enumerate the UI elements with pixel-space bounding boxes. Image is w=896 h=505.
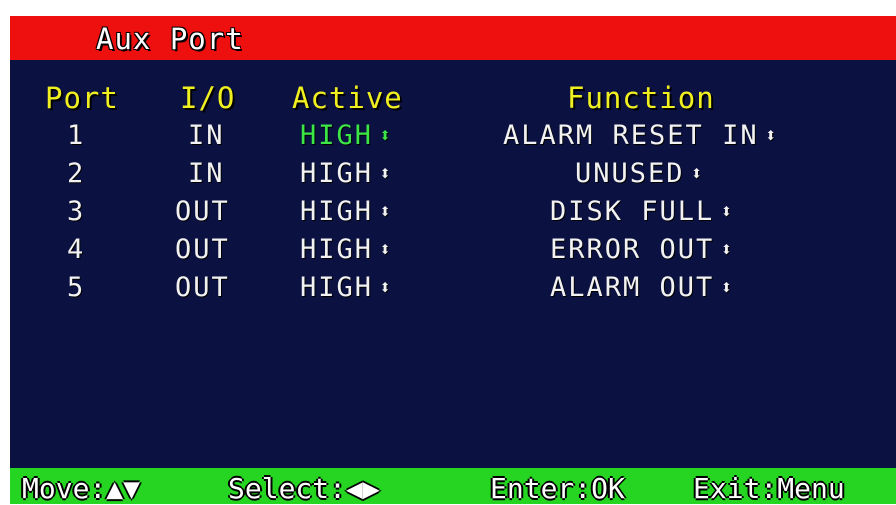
up-down-arrows-icon: ⬍ [379,275,394,299]
top-margin [0,0,896,16]
move-hint: Move:▲▼ [22,472,140,505]
up-down-arrows-icon: ⬍ [720,199,735,223]
row-3-active-field[interactable]: HIGH ⬍ [300,196,393,227]
row-5-active-field[interactable]: HIGH ⬍ [300,272,393,303]
row-4-function-field[interactable]: ERROR OUT ⬍ [550,234,734,265]
row-5-io: OUT [175,272,230,303]
select-hint-label: Select: [228,472,347,505]
row-1-port: 1 [67,120,86,151]
row-3-port: 3 [67,196,86,227]
page-title: Aux Port [96,22,244,56]
row-4-active-field[interactable]: HIGH ⬍ [300,234,393,265]
up-down-arrows-icon: ⬍ [720,275,735,299]
row-2-active-value: HIGH [300,158,374,189]
up-down-arrows-icon: ⬍ [720,237,735,261]
row-2-function-value: UNUSED [575,158,685,189]
row-2-active-field[interactable]: HIGH ⬍ [300,158,393,189]
row-5-active-value: HIGH [300,272,374,303]
up-down-arrows-icon: ⬍ [379,161,394,185]
row-4-function-value: ERROR OUT [550,234,715,265]
row-1-function-value: ALARM RESET IN [503,120,759,151]
row-1-function-field[interactable]: ALARM RESET IN ⬍ [503,120,779,151]
up-down-arrows-icon: ⬍ [379,237,394,261]
row-5-function-value: ALARM OUT [550,272,715,303]
up-down-arrows-icon: ⬍ [379,123,394,147]
row-3-function-value: DISK FULL [550,196,715,227]
row-3-function-field[interactable]: DISK FULL ⬍ [550,196,734,227]
select-hint: Select:◀▶ [228,472,380,505]
row-5-function-field[interactable]: ALARM OUT ⬍ [550,272,734,303]
row-4-active-value: HIGH [300,234,374,265]
up-down-arrows-icon: ⬍ [764,123,779,147]
row-1-active-field[interactable]: HIGH ⬍ [300,120,393,151]
enter-hint: Enter:OK [490,472,625,505]
row-3-active-value: HIGH [300,196,374,227]
up-down-arrows-icon: ⬍ [379,199,394,223]
header-port: Port [45,81,119,115]
up-down-arrows-icon: ⬍ [690,161,705,185]
row-1-io: IN [188,120,225,151]
move-hint-label: Move: [22,472,107,505]
row-4-port: 4 [67,234,86,265]
header-active: Active [292,81,403,115]
header-function: Function [567,81,715,115]
left-right-arrow-icon: ◀▶ [346,472,380,505]
row-5-port: 5 [67,272,86,303]
row-1-active-value: HIGH [300,120,374,151]
osd-screen [10,0,896,504]
row-3-io: OUT [175,196,230,227]
row-2-function-field[interactable]: UNUSED ⬍ [575,158,705,189]
exit-hint: Exit:Menu [693,472,845,505]
header-io: I/O [180,81,236,115]
row-2-port: 2 [67,158,86,189]
row-4-io: OUT [175,234,230,265]
up-down-arrow-icon: ▲▼ [106,472,141,505]
row-2-io: IN [188,158,225,189]
